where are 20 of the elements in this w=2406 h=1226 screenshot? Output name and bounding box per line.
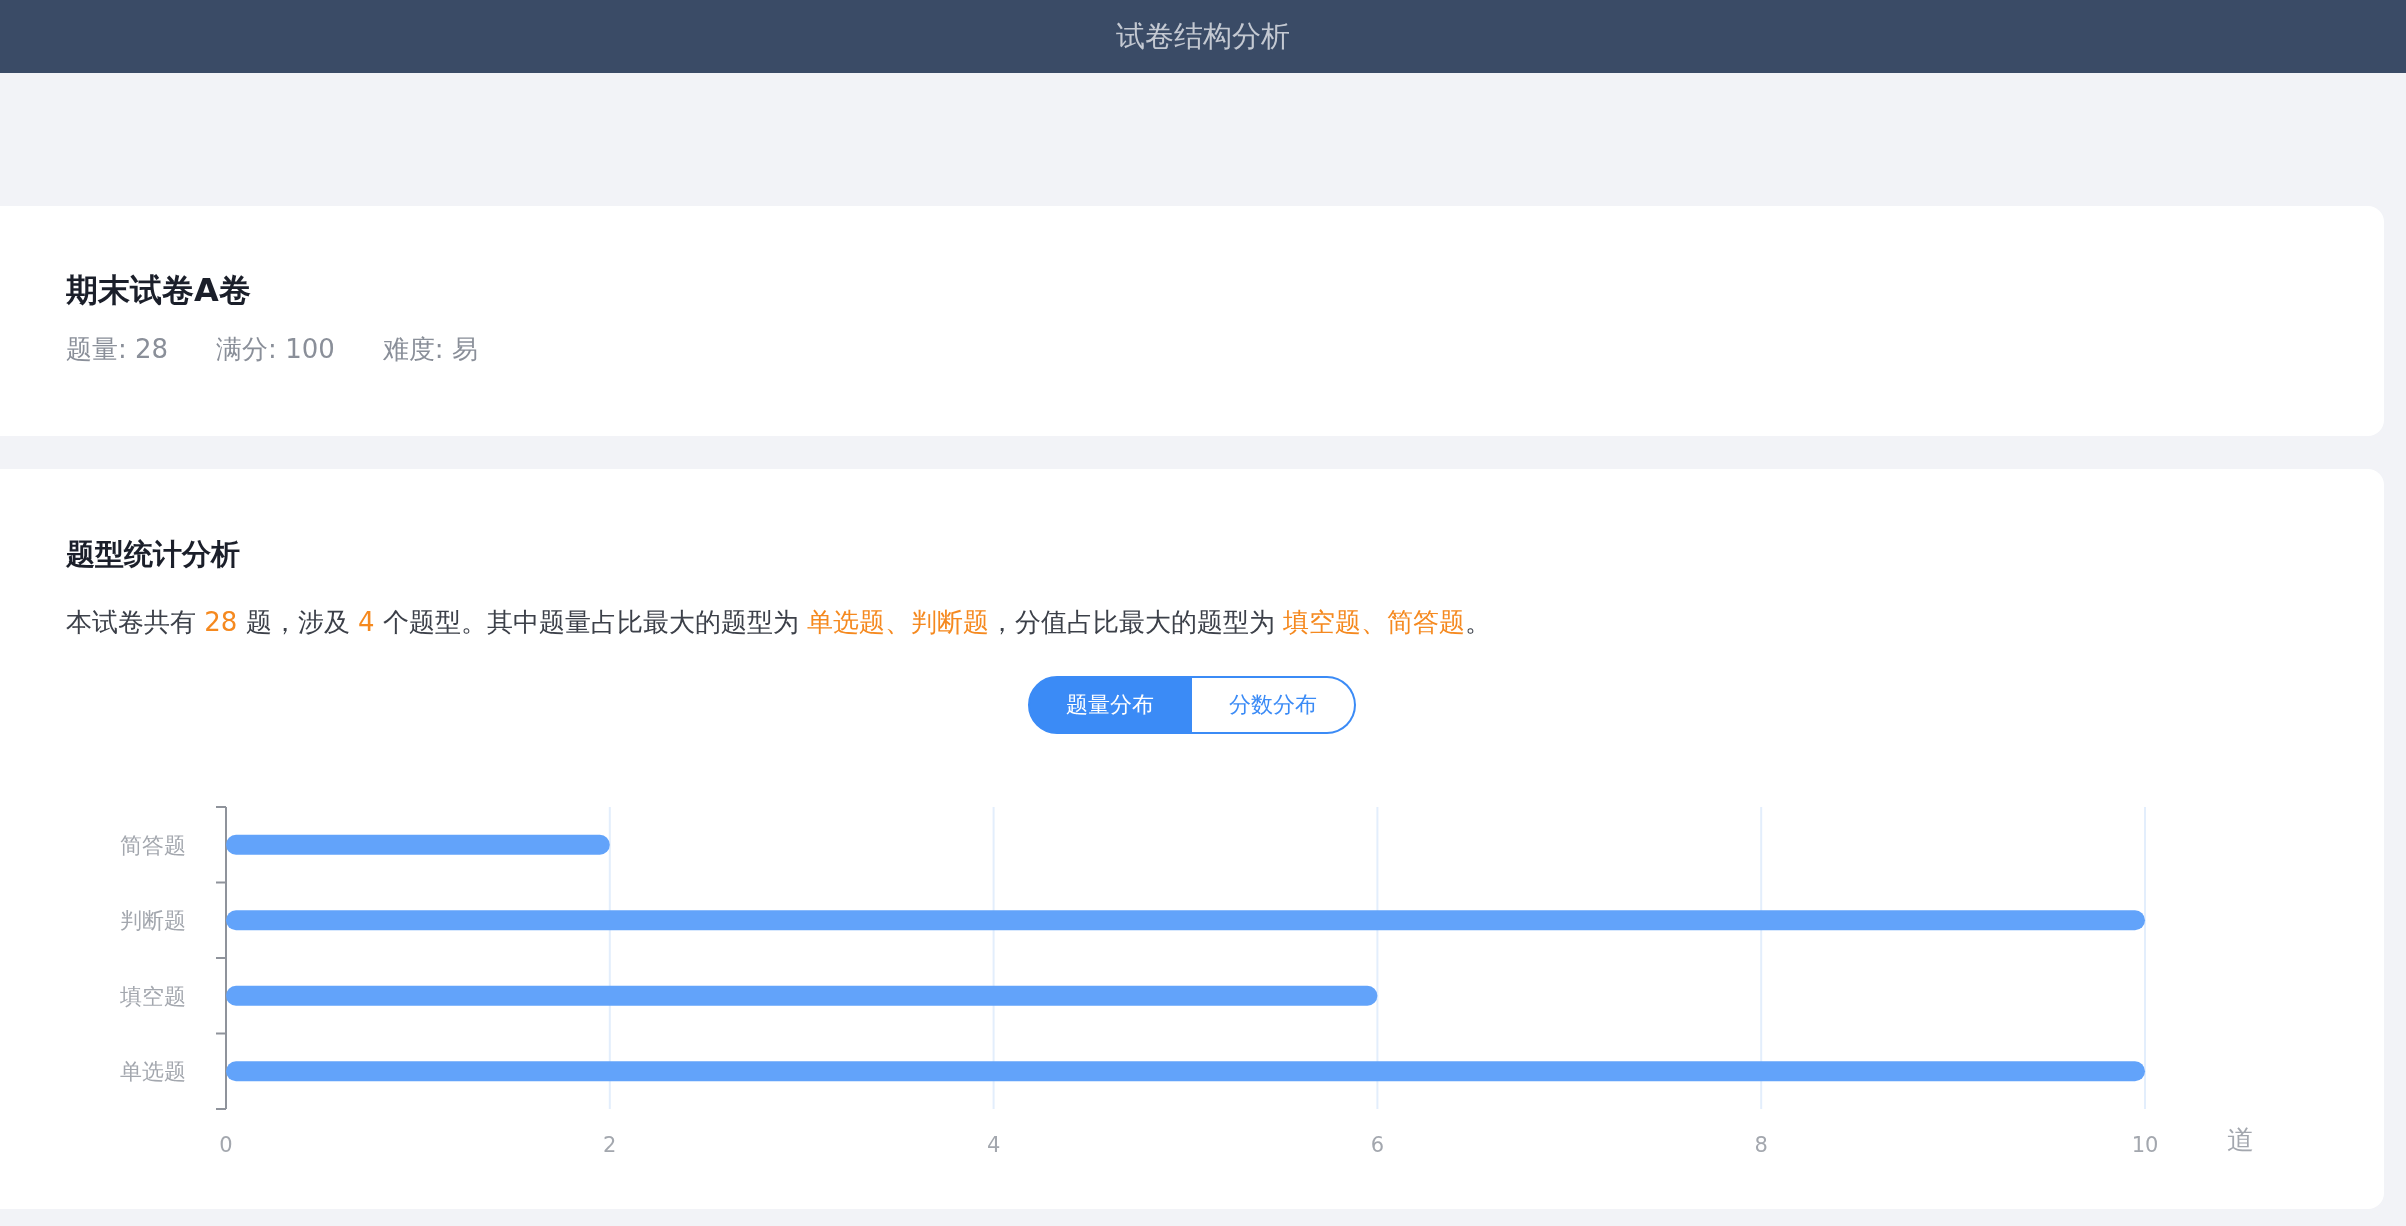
section-title: 题型统计分析 bbox=[65, 536, 241, 573]
paper-title: 期末试卷A卷 bbox=[66, 270, 252, 311]
page-title: 试卷结构分析 bbox=[1116, 17, 1290, 55]
category-label: 填空题 bbox=[120, 983, 186, 1009]
tick-label: 10 bbox=[2131, 1132, 2159, 1157]
category-label: 单选题 bbox=[120, 1058, 186, 1084]
toggle-tab[interactable]: 题量分布 bbox=[1028, 675, 1192, 734]
tick-label: 8 bbox=[1754, 1132, 1768, 1157]
tick-label: 0 bbox=[219, 1132, 233, 1157]
summary-text: 本试卷共有 28 题，涉及 4 个题型。其中题量占比最大的题型为 单选题、判断题，分值占比最大的题型为 填空题、简答题。 bbox=[66, 606, 1492, 637]
tick-label: 6 bbox=[1370, 1132, 1385, 1157]
tick-label: 2 bbox=[603, 1132, 617, 1157]
paper-meta: 满分: 100 bbox=[216, 333, 335, 366]
category-label: 判断题 bbox=[120, 907, 186, 933]
axis-unit-label: 道 bbox=[2226, 1123, 2254, 1155]
paper-meta: 题量: 28 bbox=[66, 333, 169, 366]
tick-label: 4 bbox=[986, 1132, 1001, 1157]
toggle-tab[interactable]: 分数分布 bbox=[1192, 675, 1356, 734]
paper-meta: 难度: 易 bbox=[382, 333, 478, 366]
category-label: 简答题 bbox=[120, 832, 186, 858]
